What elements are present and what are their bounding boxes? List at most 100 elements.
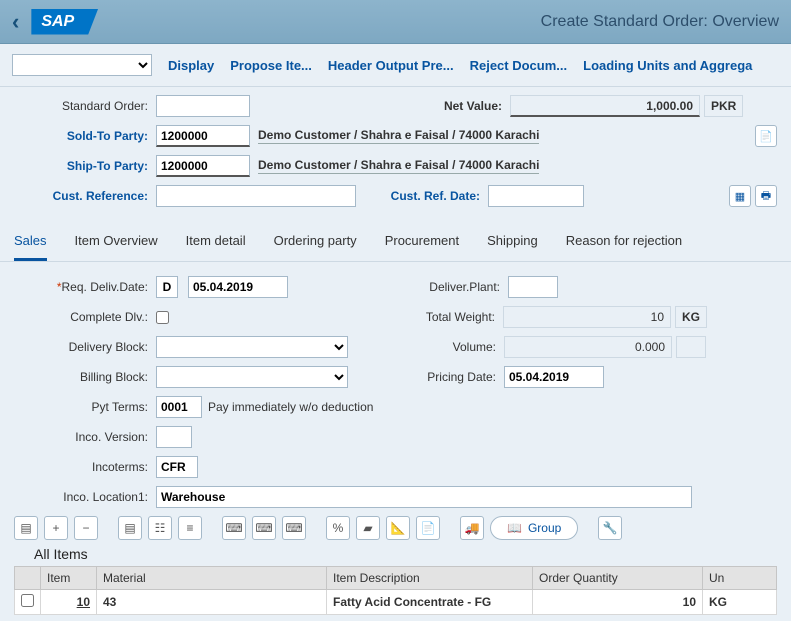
tab-procurement[interactable]: Procurement [385, 233, 459, 261]
tab-sales[interactable]: Sales [14, 233, 47, 261]
header-detail-icon[interactable]: ▦ [729, 185, 751, 207]
table-header-row: Item Material Item Description Order Qua… [15, 567, 777, 590]
sap-logo: SAP [31, 9, 98, 35]
add-icon[interactable]: + [44, 516, 68, 540]
loading-units-button[interactable]: Loading Units and Aggrega [583, 58, 752, 73]
col1-icon[interactable]: ▤ [118, 516, 142, 540]
total-weight-display: 10 [503, 306, 671, 328]
incoterms-input[interactable] [156, 456, 198, 478]
deliver-plant-input[interactable] [508, 276, 558, 298]
row-checkbox[interactable] [21, 594, 34, 607]
billing-block-label: Billing Block: [14, 370, 156, 384]
pricing-date-input[interactable] [504, 366, 604, 388]
cell-material[interactable]: 43 [97, 590, 327, 615]
titlebar-left: ‹ SAP [12, 9, 98, 35]
app-toolbar: Display Propose Ite... Header Output Pre… [0, 44, 791, 87]
ship-to-text: Demo Customer / Shahra e Faisal / 74000 … [258, 158, 539, 174]
header-form: Standard Order: Net Value: 1,000.00 PKR … [0, 87, 791, 223]
sold-to-label[interactable]: Sold-To Party: [14, 129, 156, 143]
tab-strip: Sales Item Overview Item detail Ordering… [0, 223, 791, 262]
flask-icon[interactable]: 📐 [386, 516, 410, 540]
group-button[interactable]: 📖 Group [490, 516, 578, 540]
billing-block-select[interactable] [156, 366, 348, 388]
net-value-label: Net Value: [420, 99, 510, 113]
truck-icon[interactable]: 🚚 [460, 516, 484, 540]
cell-unit[interactable]: KG [703, 590, 777, 615]
inco-version-input[interactable] [156, 426, 192, 448]
volume-display: 0.000 [504, 336, 672, 358]
transaction-dropdown[interactable] [12, 54, 152, 76]
ship-to-label[interactable]: Ship-To Party: [14, 159, 156, 173]
deliver-plant-label: Deliver.Plant: [398, 280, 508, 294]
wrench-icon[interactable]: 🔧 [598, 516, 622, 540]
inco-location1-input[interactable] [156, 486, 692, 508]
standard-order-input[interactable] [156, 95, 250, 117]
sold-to-input[interactable] [156, 125, 250, 147]
pricing-date-label: Pricing Date: [394, 370, 504, 384]
note-icon[interactable]: 📄 [416, 516, 440, 540]
req-deliv-type-input[interactable] [156, 276, 178, 298]
complete-dlv-label: Complete Dlv.: [14, 310, 156, 324]
col3-icon[interactable]: ≡ [178, 516, 202, 540]
req-deliv-date-input[interactable] [188, 276, 288, 298]
display-button[interactable]: Display [168, 58, 214, 73]
col-item: Item [41, 567, 97, 590]
inco-version-label: Inco. Version: [14, 430, 156, 444]
all-items-title: All Items [34, 546, 777, 562]
tab-item-overview[interactable]: Item Overview [75, 233, 158, 261]
col-material: Material [97, 567, 327, 590]
header-output-button[interactable]: Header Output Pre... [328, 58, 454, 73]
tab-ordering-party[interactable]: Ordering party [274, 233, 357, 261]
incoterms-label: Incoterms: [14, 460, 156, 474]
link-icon[interactable]: % [326, 516, 350, 540]
copy1-icon[interactable]: ⌨ [222, 516, 246, 540]
propose-items-button[interactable]: Propose Ite... [230, 58, 312, 73]
pyt-terms-input[interactable] [156, 396, 202, 418]
col-order-qty: Order Quantity [533, 567, 703, 590]
remove-icon[interactable]: − [74, 516, 98, 540]
copy3-icon[interactable]: ⌨ [282, 516, 306, 540]
cell-desc: Fatty Acid Concentrate - FG [327, 590, 533, 615]
delivery-block-label: Delivery Block: [14, 340, 156, 354]
pyt-terms-text: Pay immediately w/o deduction [208, 400, 373, 414]
print-icon[interactable]: 🖶 [755, 185, 777, 207]
back-icon[interactable]: ‹ [12, 9, 19, 35]
complete-dlv-checkbox[interactable] [156, 311, 169, 324]
cell-qty[interactable]: 10 [533, 590, 703, 615]
col-select [15, 567, 41, 590]
cust-ref-label[interactable]: Cust. Reference: [14, 189, 156, 203]
volume-unit [676, 336, 706, 358]
total-weight-unit: KG [675, 306, 707, 328]
document-icon[interactable]: 📄 [755, 125, 777, 147]
tab-reason-rejection[interactable]: Reason for rejection [566, 233, 682, 261]
detail2-icon[interactable]: ▰ [356, 516, 380, 540]
inco-location1-label: Inco. Location1: [14, 490, 156, 504]
detail-icon[interactable]: ▤ [14, 516, 38, 540]
total-weight-label: Total Weight: [393, 310, 503, 324]
items-toolbar: ▤ + − ▤ ☷ ≡ ⌨ ⌨ ⌨ % ▰ 📐 📄 🚚 📖 Group 🔧 [14, 516, 777, 540]
col2-icon[interactable]: ☷ [148, 516, 172, 540]
cust-ref-date-label[interactable]: Cust. Ref. Date: [386, 189, 488, 203]
pyt-terms-label: Pyt Terms: [14, 400, 156, 414]
cell-item[interactable]: 10 [41, 590, 97, 615]
reject-docum-button[interactable]: Reject Docum... [470, 58, 568, 73]
cust-ref-input[interactable] [156, 185, 356, 207]
items-table: Item Material Item Description Order Qua… [14, 566, 777, 615]
tab-item-detail[interactable]: Item detail [186, 233, 246, 261]
sold-to-text: Demo Customer / Shahra e Faisal / 74000 … [258, 128, 539, 144]
table-row[interactable]: 10 43 Fatty Acid Concentrate - FG 10 KG [15, 590, 777, 615]
sales-tab-content: *Req. Deliv.Date: Deliver.Plant: Complet… [0, 262, 791, 621]
volume-label: Volume: [394, 340, 504, 354]
page-title: Create Standard Order: Overview [541, 13, 779, 31]
window-titlebar: ‹ SAP Create Standard Order: Overview [0, 0, 791, 44]
ship-to-input[interactable] [156, 155, 250, 177]
standard-order-label: Standard Order: [14, 99, 156, 113]
col-unit: Un [703, 567, 777, 590]
tab-shipping[interactable]: Shipping [487, 233, 538, 261]
copy2-icon[interactable]: ⌨ [252, 516, 276, 540]
cust-ref-date-input[interactable] [488, 185, 584, 207]
net-currency: PKR [704, 95, 743, 117]
col-item-desc: Item Description [327, 567, 533, 590]
delivery-block-select[interactable] [156, 336, 348, 358]
net-value-display: 1,000.00 [510, 95, 700, 117]
